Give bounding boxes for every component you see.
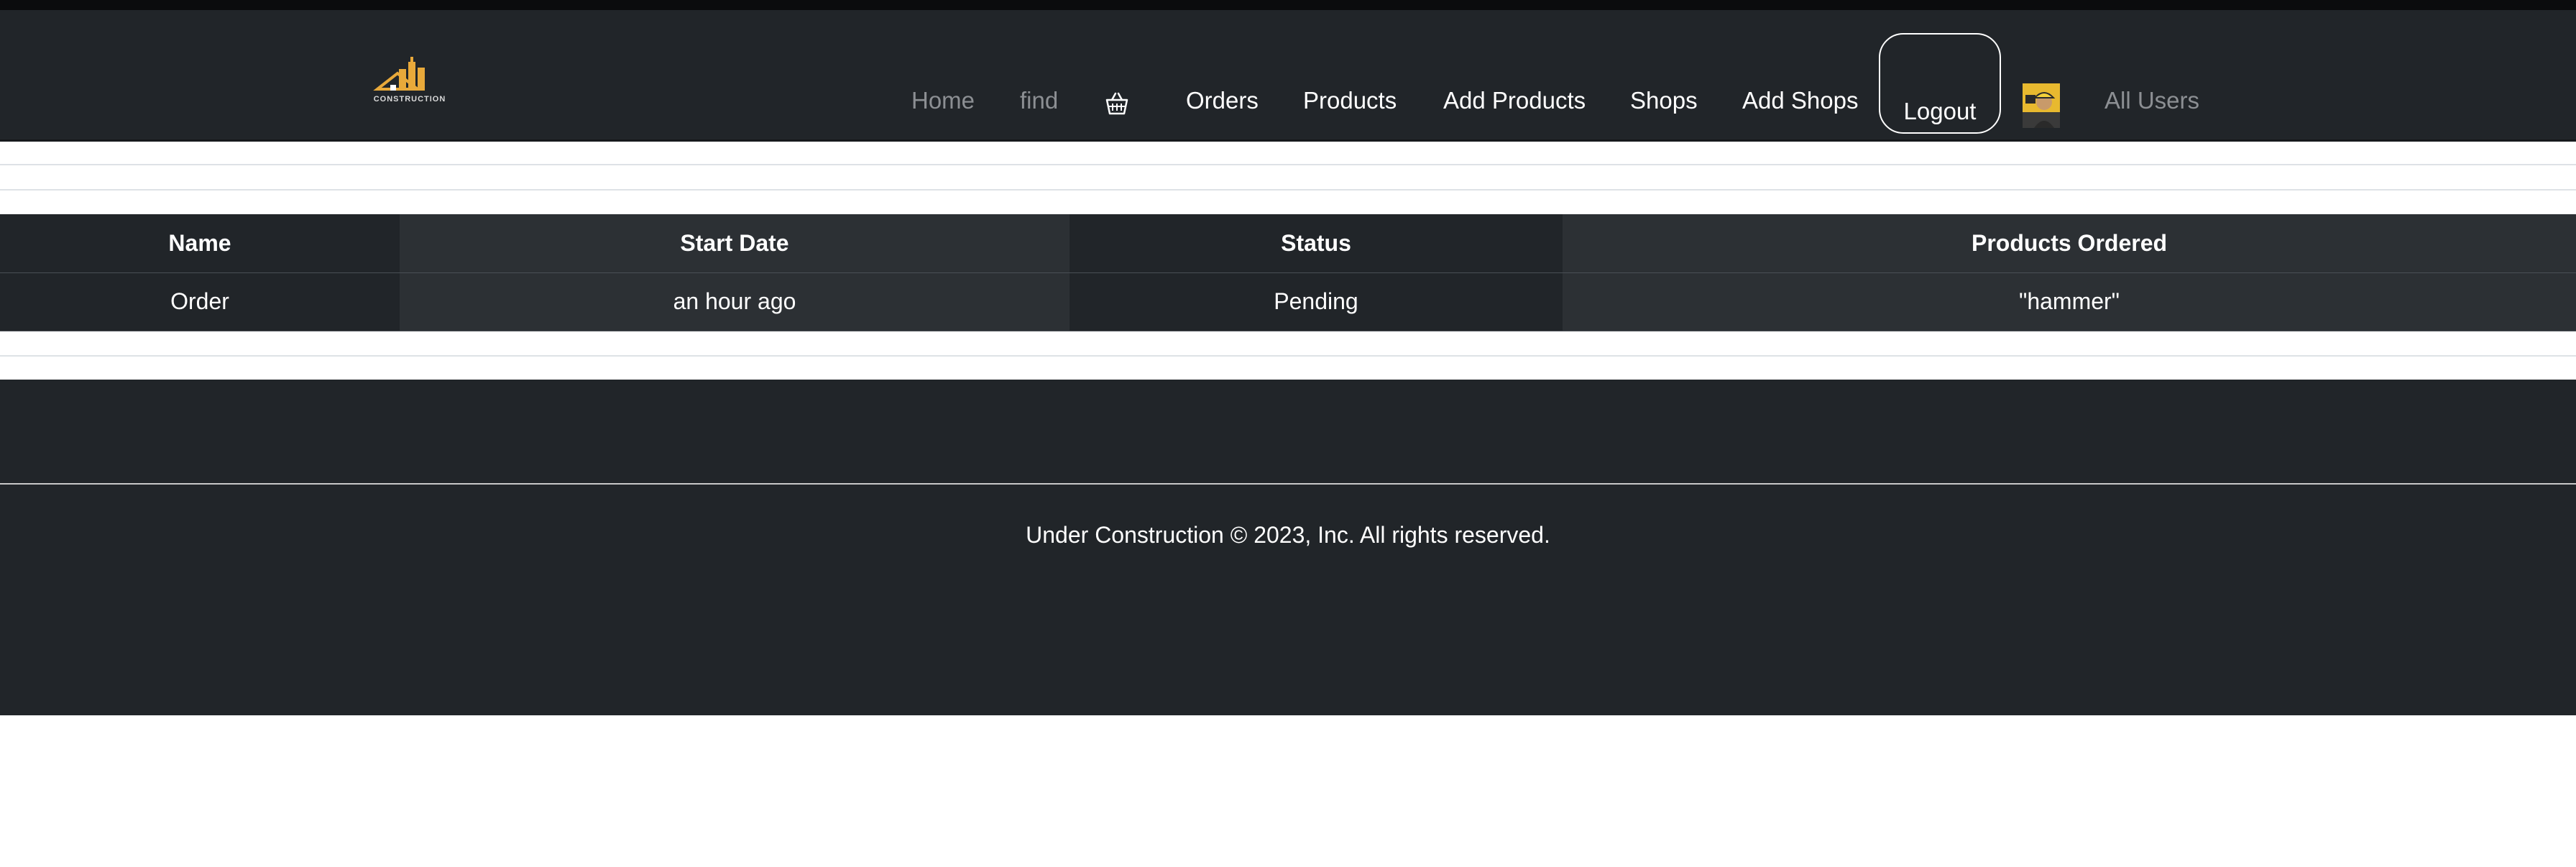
brand-logo[interactable]: CONSTRUCTION: [370, 53, 449, 111]
construction-logo-icon: [373, 57, 425, 91]
nav-add-products[interactable]: Add Products: [1443, 86, 1586, 115]
column-header-products-ordered: Products Ordered: [1563, 214, 2576, 273]
orders-table: Name Start Date Status Products Ordered …: [0, 214, 2576, 331]
footer-divider: [0, 483, 2576, 485]
divider: [0, 189, 2576, 191]
user-avatar-icon[interactable]: [2023, 83, 2060, 128]
nav-add-shops[interactable]: Add Shops: [1742, 86, 1858, 115]
order-products-cell: "hammer": [1563, 272, 2576, 331]
column-header-status: Status: [1070, 214, 1563, 273]
divider: [0, 355, 2576, 357]
divider: [0, 164, 2576, 165]
table-row: Order an hour ago Pending "hammer": [0, 272, 2576, 331]
basket-icon[interactable]: [1104, 91, 1130, 116]
logout-button[interactable]: Logout: [1879, 33, 2001, 134]
column-header-name: Name: [0, 214, 400, 273]
footer-copyright: Under Construction © 2023, Inc. All righ…: [1026, 522, 1550, 548]
nav-products[interactable]: Products: [1303, 86, 1397, 115]
navbar: CONSTRUCTION Home find Orders Products A…: [0, 10, 2576, 142]
order-status-cell: Pending: [1070, 272, 1563, 331]
nav-all-users[interactable]: All Users: [2104, 86, 2199, 115]
order-start-date-cell: an hour ago: [400, 272, 1070, 331]
top-strip: [0, 0, 2576, 10]
nav-shops[interactable]: Shops: [1630, 86, 1698, 115]
footer: Under Construction © 2023, Inc. All righ…: [0, 380, 2576, 715]
order-name-cell: Order: [0, 272, 400, 331]
nav-orders[interactable]: Orders: [1186, 86, 1259, 115]
table-header-row: Name Start Date Status Products Ordered: [0, 214, 2576, 273]
nav-find[interactable]: find: [1020, 86, 1058, 115]
nav-home[interactable]: Home: [911, 86, 975, 115]
column-header-start-date: Start Date: [400, 214, 1070, 273]
brand-text: CONSTRUCTION: [373, 95, 446, 104]
